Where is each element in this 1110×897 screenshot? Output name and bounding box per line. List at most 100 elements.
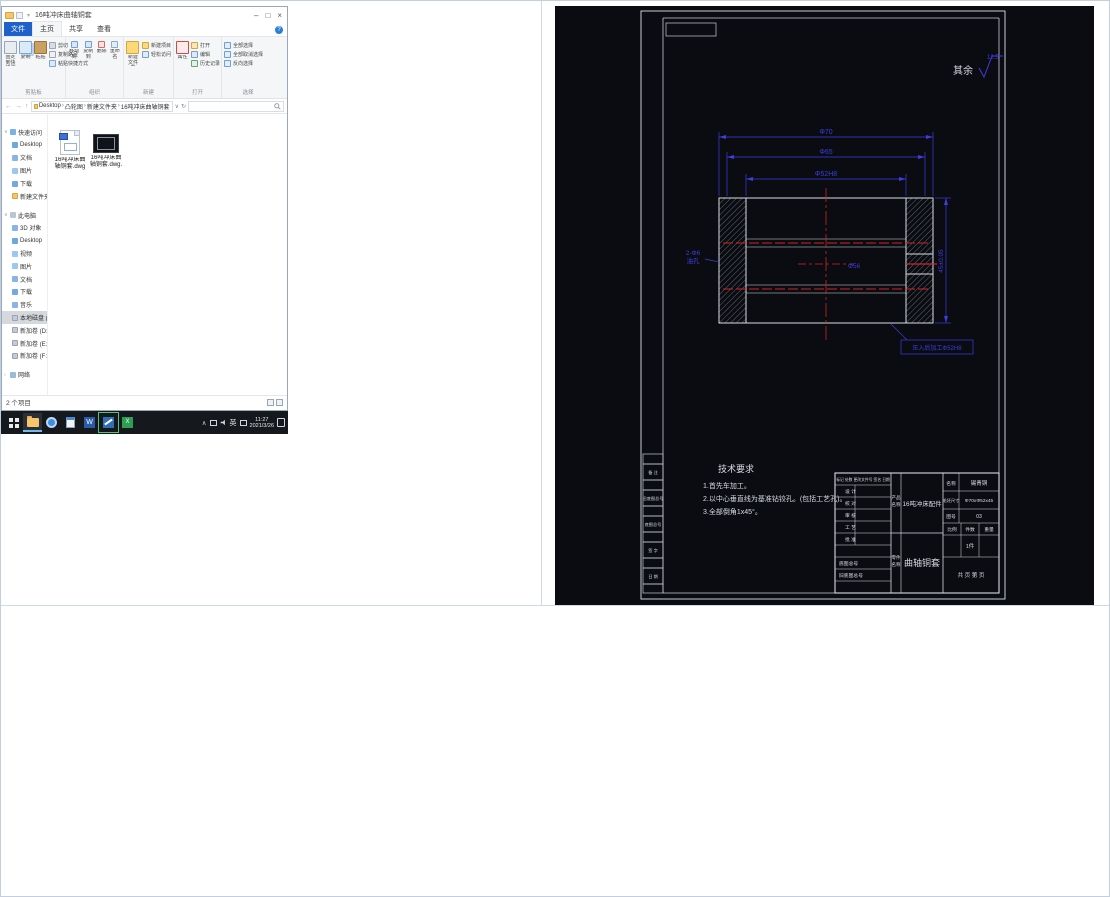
tab-file[interactable]: 文件 bbox=[4, 22, 32, 36]
paste-button[interactable]: 粘贴 bbox=[34, 39, 47, 66]
sidebar-item-volume-d[interactable]: 新加卷 (D:) bbox=[2, 324, 47, 337]
sidebar-item-pc-downloads[interactable]: 下载 bbox=[2, 286, 47, 299]
easy-access-button[interactable]: 轻松访问 bbox=[141, 51, 171, 58]
new-item-button[interactable]: 新建项目 bbox=[141, 42, 171, 49]
file-bmp[interactable]: 16吨冲床曲轴铜套.dwg.BMP bbox=[90, 130, 122, 169]
file-dwg[interactable]: 16吨冲床曲轴铜套.dwg bbox=[54, 130, 86, 171]
taskbar-excel-button[interactable]: X bbox=[118, 413, 137, 432]
invert-selection-button[interactable]: 反向选择 bbox=[224, 60, 263, 67]
select-none-icon bbox=[224, 51, 231, 58]
action-center-icon[interactable] bbox=[277, 418, 285, 427]
taskbar-browser-button[interactable] bbox=[42, 413, 61, 432]
copy-to-button[interactable]: 复制到 bbox=[82, 39, 94, 60]
history-icon bbox=[191, 60, 198, 67]
sidebar-item-local-disk-c[interactable]: 本地磁盘 (C:) bbox=[2, 311, 47, 324]
tb-part-label-1: 零件 bbox=[892, 554, 901, 561]
sidebar-item-pc-desktop[interactable]: Desktop bbox=[2, 234, 47, 247]
quick-access-toolbar-icon[interactable] bbox=[16, 11, 23, 19]
tb-material-label: 名称 bbox=[946, 480, 956, 487]
properties-button[interactable]: 属性 bbox=[176, 39, 189, 66]
sidebar-item-folder[interactable]: 新建文件夹 bbox=[2, 190, 47, 203]
paste-icon bbox=[34, 41, 47, 54]
tb-row-base-no: 底图总号 bbox=[839, 560, 858, 567]
sidebar-quick-access[interactable]: ∨ 快速访问 bbox=[2, 126, 47, 139]
file-name: 16吨冲床曲轴铜套.dwg bbox=[54, 157, 86, 170]
rename-icon bbox=[111, 41, 119, 48]
sidebar-item-pictures[interactable]: 图片 bbox=[2, 164, 47, 177]
breadcrumb-item-1[interactable]: 凸轮图 bbox=[65, 102, 83, 111]
ribbon-group-clipboard: 固定到快速访问 复制 粘贴 剪切 复制路径 粘贴快捷方式 bbox=[2, 37, 88, 98]
breadcrumb-item-desktop[interactable]: Desktop bbox=[39, 103, 61, 109]
qat-dropdown-icon[interactable]: ▾ bbox=[27, 12, 30, 19]
sidebar-this-pc[interactable]: ∨ 此电脑 bbox=[2, 209, 47, 222]
move-to-button[interactable]: 移动到 bbox=[68, 39, 80, 60]
window-title: 16吨冲床曲轴铜套 bbox=[35, 12, 92, 19]
breadcrumb[interactable]: Desktop › 凸轮图 › 新建文件夹 › 16吨冲床曲轴铜套 bbox=[30, 100, 173, 112]
ime-indicator[interactable]: 英 bbox=[230, 418, 237, 428]
pen-icon[interactable] bbox=[239, 419, 247, 426]
search-input[interactable] bbox=[188, 100, 284, 112]
sidebar-item-videos[interactable]: 视频 bbox=[2, 247, 47, 260]
sidebar-item-volume-f[interactable]: 新加卷 (F:) bbox=[2, 350, 47, 363]
dim-oil-hole-line1: 2-Φ6 bbox=[686, 250, 701, 257]
delete-button[interactable]: 删除 bbox=[96, 39, 107, 60]
pictures-icon bbox=[12, 263, 18, 270]
breadcrumb-item-2[interactable]: 新建文件夹 bbox=[87, 102, 117, 111]
taskbar-wps-button[interactable] bbox=[61, 413, 80, 432]
tray-chevron-up-icon[interactable]: ∧ bbox=[202, 419, 207, 427]
select-none-button[interactable]: 全部取消选择 bbox=[224, 51, 263, 58]
surface-note-label: 其余 bbox=[953, 64, 973, 77]
taskbar-explorer-button[interactable] bbox=[23, 413, 42, 432]
help-icon[interactable]: ? bbox=[275, 26, 283, 34]
sidebar-item-desktop[interactable]: Desktop bbox=[2, 139, 47, 152]
tab-share[interactable]: 共享 bbox=[62, 22, 90, 36]
touch-keyboard-icon[interactable] bbox=[209, 419, 217, 426]
thumbnails-view-icon[interactable] bbox=[276, 398, 283, 406]
up-button[interactable]: ↑ bbox=[25, 103, 29, 110]
navigation-pane: ∨ 快速访问 Desktop 文档 图片 下载 新建文件夹 ∨ 此电脑 3D 对象 … bbox=[2, 114, 48, 395]
tab-home[interactable]: 主页 bbox=[32, 21, 62, 36]
history-button[interactable]: 历史记录 bbox=[191, 60, 220, 67]
forward-button[interactable]: → bbox=[15, 103, 22, 110]
bottom-divider bbox=[1, 605, 1109, 606]
new-folder-button[interactable]: 新建文件夹 bbox=[126, 39, 140, 66]
start-button[interactable] bbox=[4, 413, 23, 432]
open-button[interactable]: 打开 bbox=[191, 42, 220, 49]
tech-item-2: 2.以中心垂直线为基准钻铰孔。(包括工艺孔)。 bbox=[703, 494, 847, 503]
sidebar-item-documents[interactable]: 文档 bbox=[2, 152, 47, 165]
address-dropdown-icon[interactable]: ∨ bbox=[175, 103, 179, 110]
sidebar-item-music[interactable]: 音乐 bbox=[2, 298, 47, 311]
details-view-icon[interactable] bbox=[267, 398, 274, 406]
sidebar-item-pc-documents[interactable]: 文档 bbox=[2, 273, 47, 286]
search-icon bbox=[274, 102, 281, 110]
margin-field-0: 备 注 bbox=[648, 469, 658, 476]
sidebar-item-volume-e[interactable]: 新加卷 (E:) bbox=[2, 337, 47, 350]
this-pc-icon bbox=[10, 212, 16, 219]
volume-icon[interactable] bbox=[220, 419, 227, 426]
minimize-button[interactable]: – bbox=[254, 11, 258, 20]
taskbar-word-button[interactable]: W bbox=[80, 413, 99, 432]
maximize-button[interactable]: □ bbox=[265, 11, 270, 20]
sidebar-item-pc-pictures[interactable]: 图片 bbox=[2, 260, 47, 273]
pin-to-quick-access-button[interactable]: 固定到快速访问 bbox=[4, 39, 17, 66]
tb-qty-label: 件数 bbox=[965, 526, 975, 533]
select-all-button[interactable]: 全部选择 bbox=[224, 42, 263, 49]
close-button[interactable]: × bbox=[277, 11, 282, 20]
taskbar-cad-button[interactable] bbox=[98, 412, 119, 433]
dim-mid-diameter: Φ65 bbox=[819, 149, 832, 156]
copy-button[interactable]: 复制 bbox=[19, 39, 32, 66]
downloads-icon bbox=[12, 288, 18, 295]
rename-button[interactable]: 重命名 bbox=[109, 39, 121, 60]
tab-view[interactable]: 查看 bbox=[90, 22, 118, 36]
refresh-icon[interactable]: ↻ bbox=[181, 103, 186, 110]
clock[interactable]: 11:27 2021/3/26 bbox=[250, 417, 274, 429]
group-label-clipboard: 剪贴板 bbox=[25, 90, 42, 96]
dim-outer-diameter: Φ70 bbox=[819, 129, 832, 136]
breadcrumb-item-3[interactable]: 16吨冲床曲轴铜套 bbox=[121, 102, 170, 111]
network-icon bbox=[10, 371, 16, 378]
sidebar-item-downloads[interactable]: 下载 bbox=[2, 177, 47, 190]
sidebar-network[interactable]: › 网络 bbox=[2, 368, 47, 381]
back-button[interactable]: ← bbox=[5, 103, 12, 110]
edit-button[interactable]: 编辑 bbox=[191, 51, 220, 58]
sidebar-item-3d-objects[interactable]: 3D 对象 bbox=[2, 222, 47, 235]
